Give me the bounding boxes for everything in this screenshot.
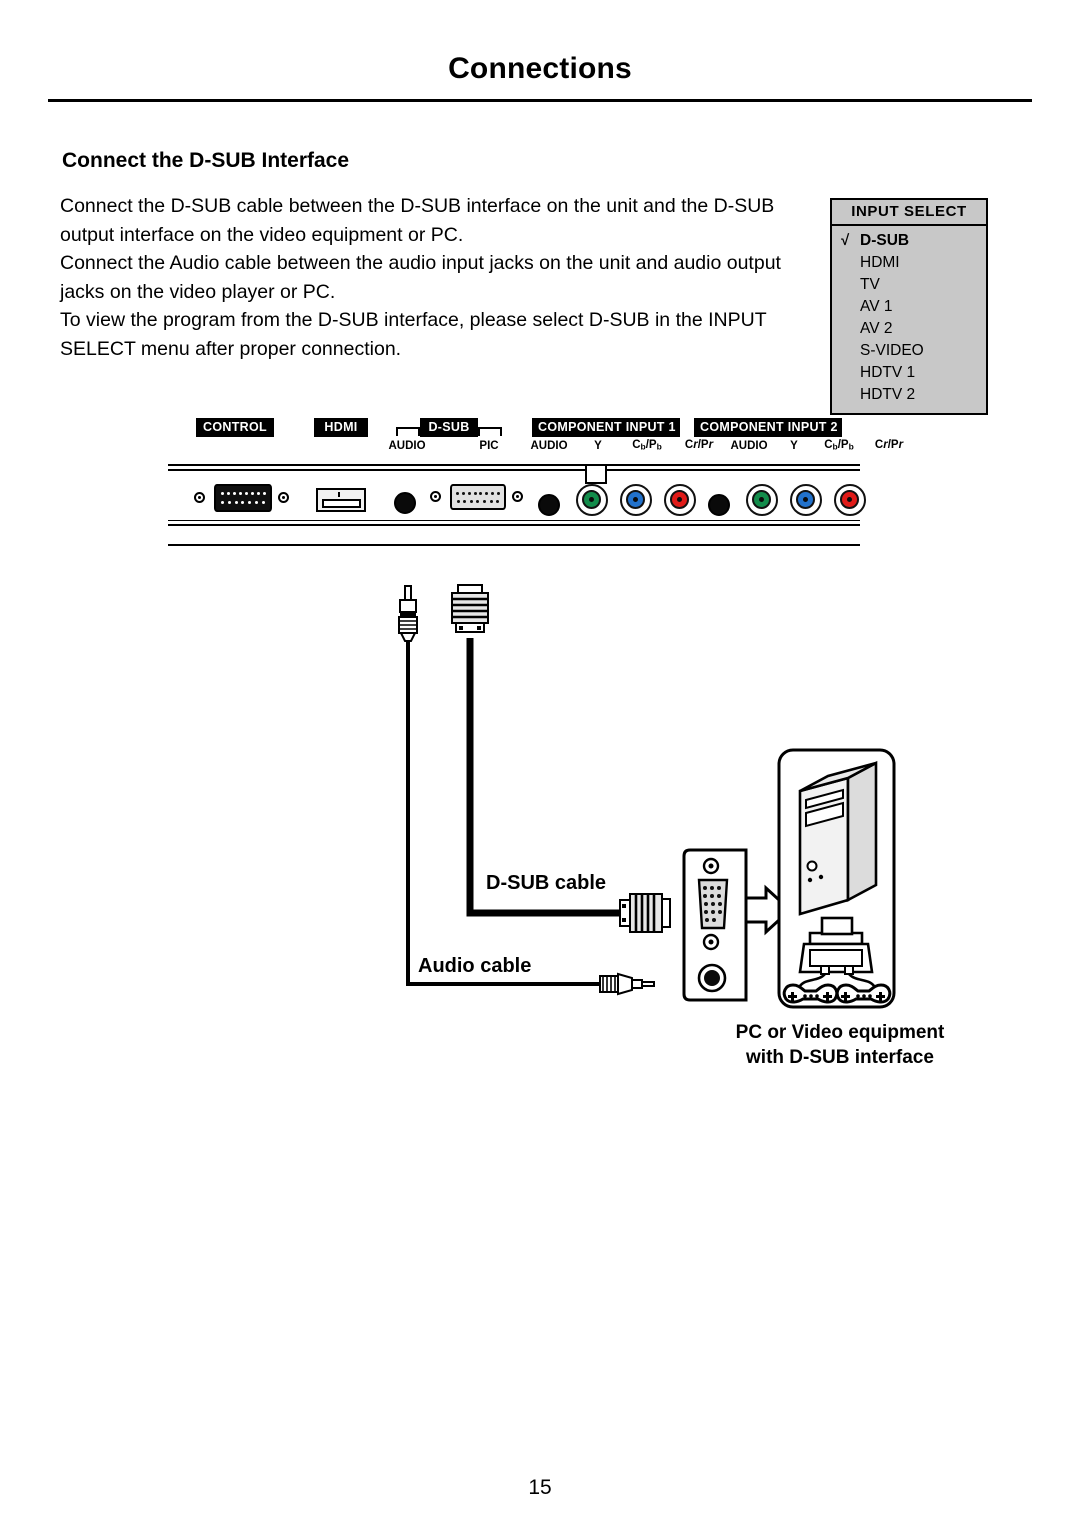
section-heading: Connect the D-SUB Interface: [62, 149, 350, 172]
rear-panel-body: [168, 464, 866, 526]
input-select-menu[interactable]: INPUT SELECT √ D-SUB HDMI TV AV 1 AV 2 S…: [830, 198, 988, 415]
equipment-caption-line-2: with D-SUB interface: [746, 1047, 934, 1068]
game-console-icon: [798, 916, 874, 975]
screw-hole-icon: [194, 492, 205, 503]
input-select-item-tv[interactable]: TV: [832, 274, 986, 296]
panel-edge-line-top: [168, 469, 860, 471]
component1-y-jack: [576, 484, 608, 516]
sublabel-c2-cr-pr: Cr/Pr: [874, 439, 904, 451]
audio-plug-top-icon: [398, 585, 418, 642]
dsub-cable-label: D-SUB cable: [486, 872, 607, 894]
input-select-item-av1[interactable]: AV 1: [832, 296, 986, 318]
screw-hole-icon: [278, 492, 289, 503]
control-dsub-port: [214, 484, 272, 512]
sublabel-c2-cb-pb: Cb/Pb: [824, 439, 854, 452]
component1-cr-pr-jack: [664, 484, 696, 516]
paragraph-2: Connect the Audio cable between the audi…: [60, 252, 781, 303]
panel-tag-component-input-2: COMPONENT INPUT 2: [694, 418, 842, 437]
rear-panel-diagram: CONTROL HDMI D-SUB COMPONENT INPUT 1 COM…: [168, 418, 903, 554]
dsub-plug-right-icon: [619, 893, 671, 933]
title-divider: [48, 99, 1032, 102]
body-copy: Connect the D-SUB cable between the D-SU…: [60, 192, 825, 364]
panel-tag-component-input-1: COMPONENT INPUT 1: [532, 418, 680, 437]
screw-hole-icon: [512, 491, 523, 502]
page-number: 15: [528, 1476, 552, 1499]
input-select-item-svideo[interactable]: S-VIDEO: [832, 340, 986, 362]
sublabel-c1-cr-pr: Cr/Pr: [684, 439, 714, 451]
sublabel-dsub-pic: PIC: [479, 440, 499, 452]
sublabel-c1-cb-pb: Cb/Pb: [632, 439, 662, 452]
sublabel-c1-y: Y: [594, 440, 602, 452]
input-select-item-hdtv2[interactable]: HDTV 2: [832, 384, 986, 406]
component1-audio-jack: [538, 494, 560, 516]
input-select-item-label: HDTV 1: [860, 364, 916, 381]
input-select-item-label: D-SUB: [860, 232, 910, 249]
input-select-item-av2[interactable]: AV 2: [832, 318, 986, 340]
panel-tag-control: CONTROL: [196, 418, 274, 437]
equipment-caption: PC or Video equipment with D-SUB interfa…: [660, 1020, 1020, 1070]
component2-cb-pb-jack: [790, 484, 822, 516]
input-select-item-label: AV 1: [860, 298, 893, 315]
dsub-bracket-left: [396, 427, 420, 436]
component2-y-jack: [746, 484, 778, 516]
page-title: Connections: [448, 52, 632, 85]
input-select-item-label: HDTV 2: [860, 386, 916, 403]
input-select-title: INPUT SELECT: [832, 200, 986, 226]
dsub-bracket-right: [478, 427, 502, 436]
input-select-item-label: TV: [860, 276, 880, 293]
checkmark-icon: √: [841, 232, 850, 249]
hdmi-port: [316, 488, 366, 512]
component2-cr-pr-jack: [834, 484, 866, 516]
component1-cb-pb-jack: [620, 484, 652, 516]
panel-notch: [585, 466, 607, 484]
input-select-item-label: HDMI: [860, 254, 900, 271]
audio-plug-right-icon: [599, 972, 655, 996]
audio-cable-label: Audio cable: [418, 955, 532, 977]
sublabel-dsub-audio: AUDIO: [388, 440, 426, 452]
audio-cable-path: [406, 640, 600, 986]
unit-bottom-edge: [168, 544, 860, 546]
panel-tag-hdmi: HDMI: [314, 418, 368, 437]
dsub-plug-top-icon: [451, 584, 489, 633]
pc-port-plate: [682, 848, 748, 1002]
sublabel-c1-audio: AUDIO: [530, 440, 568, 452]
pc-tower-icon: [798, 760, 878, 916]
panel-tag-dsub: D-SUB: [420, 418, 478, 437]
dsub-pic-port: [450, 484, 506, 510]
input-select-item-hdtv1[interactable]: HDTV 1: [832, 362, 986, 384]
sublabel-c2-audio: AUDIO: [730, 440, 768, 452]
pc-equipment-illustration: [777, 748, 896, 1009]
component2-audio-jack: [708, 494, 730, 516]
game-controllers-icon: [782, 973, 892, 1004]
input-select-list[interactable]: √ D-SUB HDMI TV AV 1 AV 2 S-VIDEO HDTV 1…: [832, 226, 986, 413]
input-select-item-hdmi[interactable]: HDMI: [832, 252, 986, 274]
input-select-item-label: S-VIDEO: [860, 342, 924, 359]
paragraph-1: Connect the D-SUB cable between the D-SU…: [60, 195, 775, 246]
screw-hole-icon: [430, 491, 441, 502]
paragraph-3: To view the program from the D-SUB inter…: [60, 309, 767, 360]
arrow-icon: [744, 884, 793, 936]
sublabel-c2-y: Y: [790, 440, 798, 452]
equipment-caption-line-1: PC or Video equipment: [735, 1022, 945, 1043]
dsub-audio-jack: [394, 492, 416, 514]
panel-edge-line-bottom: [168, 519, 860, 521]
input-select-item-label: AV 2: [860, 320, 893, 337]
input-select-item-dsub[interactable]: √ D-SUB: [832, 230, 986, 252]
